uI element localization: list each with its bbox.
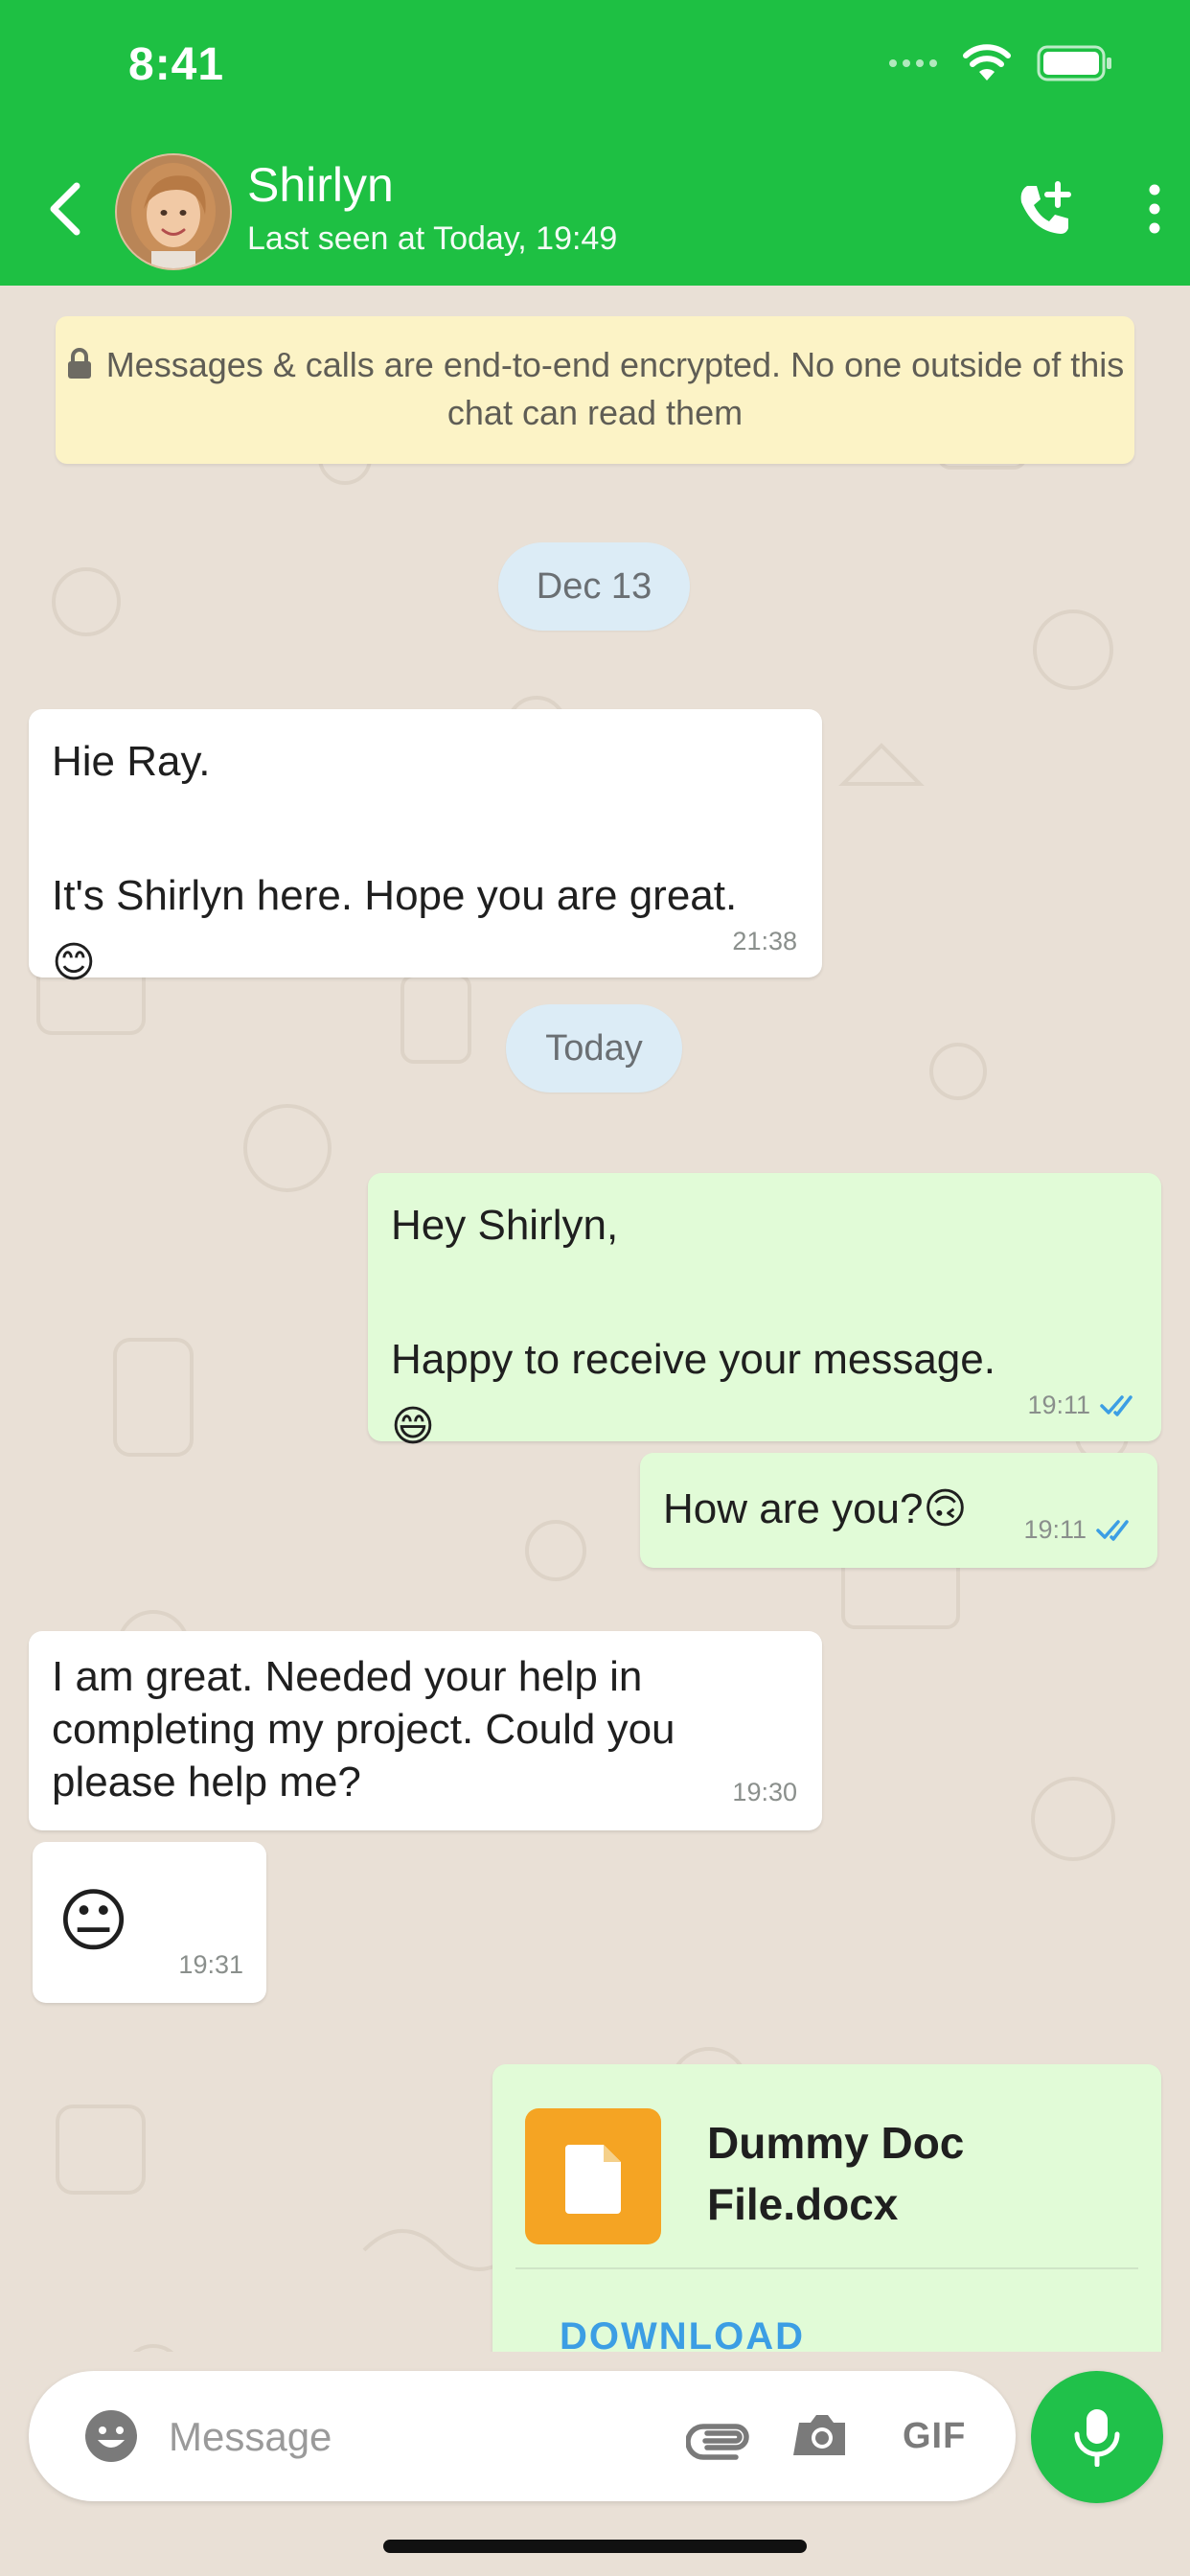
message-composer: GIF <box>29 2371 1016 2501</box>
chat-screen: 8:41 Shirlyn Last seen at Today, 19:49 M… <box>0 0 1190 2576</box>
voice-record-button[interactable] <box>1031 2371 1163 2503</box>
message-emoji: 😐 <box>57 1883 130 1960</box>
divider <box>515 2267 1138 2269</box>
message-time: 19:11 <box>1023 1515 1087 1544</box>
lock-icon <box>67 348 91 379</box>
attachment-icon[interactable] <box>686 2409 753 2463</box>
encryption-notice-text: Messages & calls are end-to-end encrypte… <box>105 345 1125 432</box>
back-icon[interactable] <box>42 178 88 240</box>
date-separator: Today <box>506 1004 682 1092</box>
signal-icon <box>889 59 937 67</box>
message-time: 21:38 <box>732 927 797 955</box>
status-icons <box>889 44 1113 82</box>
date-separator: Dec 13 <box>498 542 690 631</box>
encryption-notice[interactable]: Messages & calls are end-to-end encrypte… <box>56 316 1134 464</box>
contact-avatar[interactable] <box>115 153 232 270</box>
message-time: 19:31 <box>178 1950 243 1979</box>
message-text: I am great. Needed your help in completi… <box>52 1653 675 1806</box>
message-text: Hie Ray. It's Shirlyn here. Hope you are… <box>52 738 738 986</box>
read-ticks-icon <box>1096 1520 1129 1541</box>
document-message[interactable]: Dummy Doc File.docx DOWNLOAD <box>492 2064 1161 2358</box>
message-bubble-incoming[interactable]: 😐 19:31 <box>33 1842 266 2003</box>
last-seen-status: Last seen at Today, 19:49 <box>247 220 618 257</box>
document-file-icon <box>525 2108 661 2244</box>
camera-icon[interactable] <box>793 2405 851 2463</box>
read-ticks-icon <box>1100 1395 1133 1416</box>
chat-header: 8:41 Shirlyn Last seen at Today, 19:49 <box>0 0 1190 286</box>
battery-icon <box>1037 45 1111 81</box>
emoji-icon[interactable] <box>84 2409 138 2463</box>
message-bubble-outgoing[interactable]: Hey Shirlyn, Happy to receive your messa… <box>368 1173 1161 1450</box>
microphone-icon <box>1074 2409 1120 2467</box>
message-time: 19:30 <box>732 1778 797 1806</box>
message-text: How are you?🙃 <box>663 1485 968 1532</box>
status-time: 8:41 <box>128 39 225 90</box>
document-file-name: Dummy Doc File.docx <box>707 2118 965 2229</box>
home-indicator[interactable] <box>383 2540 807 2553</box>
contact-name[interactable]: Shirlyn <box>247 157 394 213</box>
more-options-icon[interactable] <box>1140 182 1169 236</box>
message-bubble-incoming[interactable]: Hie Ray. It's Shirlyn here. Hope you are… <box>29 709 822 986</box>
gif-button[interactable]: GIF <box>903 2409 966 2463</box>
message-bubble-incoming[interactable]: I am great. Needed your help in completi… <box>29 1631 822 1830</box>
message-input[interactable] <box>167 2404 669 2471</box>
wifi-icon <box>963 44 1011 80</box>
add-call-icon[interactable] <box>1014 178 1075 240</box>
message-bubble-outgoing[interactable]: How are you?🙃 19:11 <box>640 1453 1157 1568</box>
message-text: Hey Shirlyn, Happy to receive your messa… <box>391 1202 995 1450</box>
message-time: 19:11 <box>1027 1391 1090 1419</box>
